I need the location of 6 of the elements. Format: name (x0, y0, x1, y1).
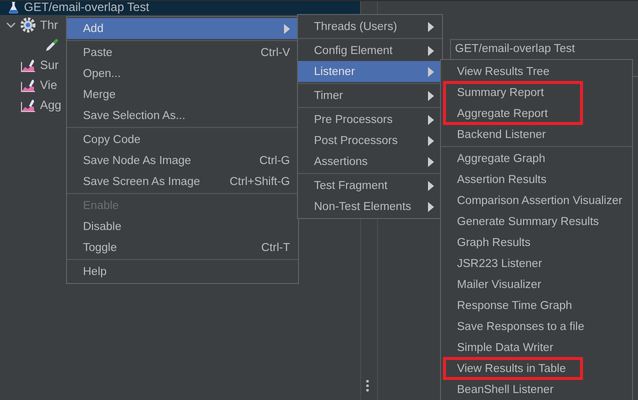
tree-label: Sur (40, 58, 59, 72)
panel-title: GET/email-overlap Test (455, 43, 575, 55)
tree-label: Vie (40, 78, 58, 92)
tree-label: GET/email-overlap Test (24, 1, 150, 14)
tree-label: Thr (40, 18, 58, 32)
tree-label: Agg (40, 98, 62, 112)
